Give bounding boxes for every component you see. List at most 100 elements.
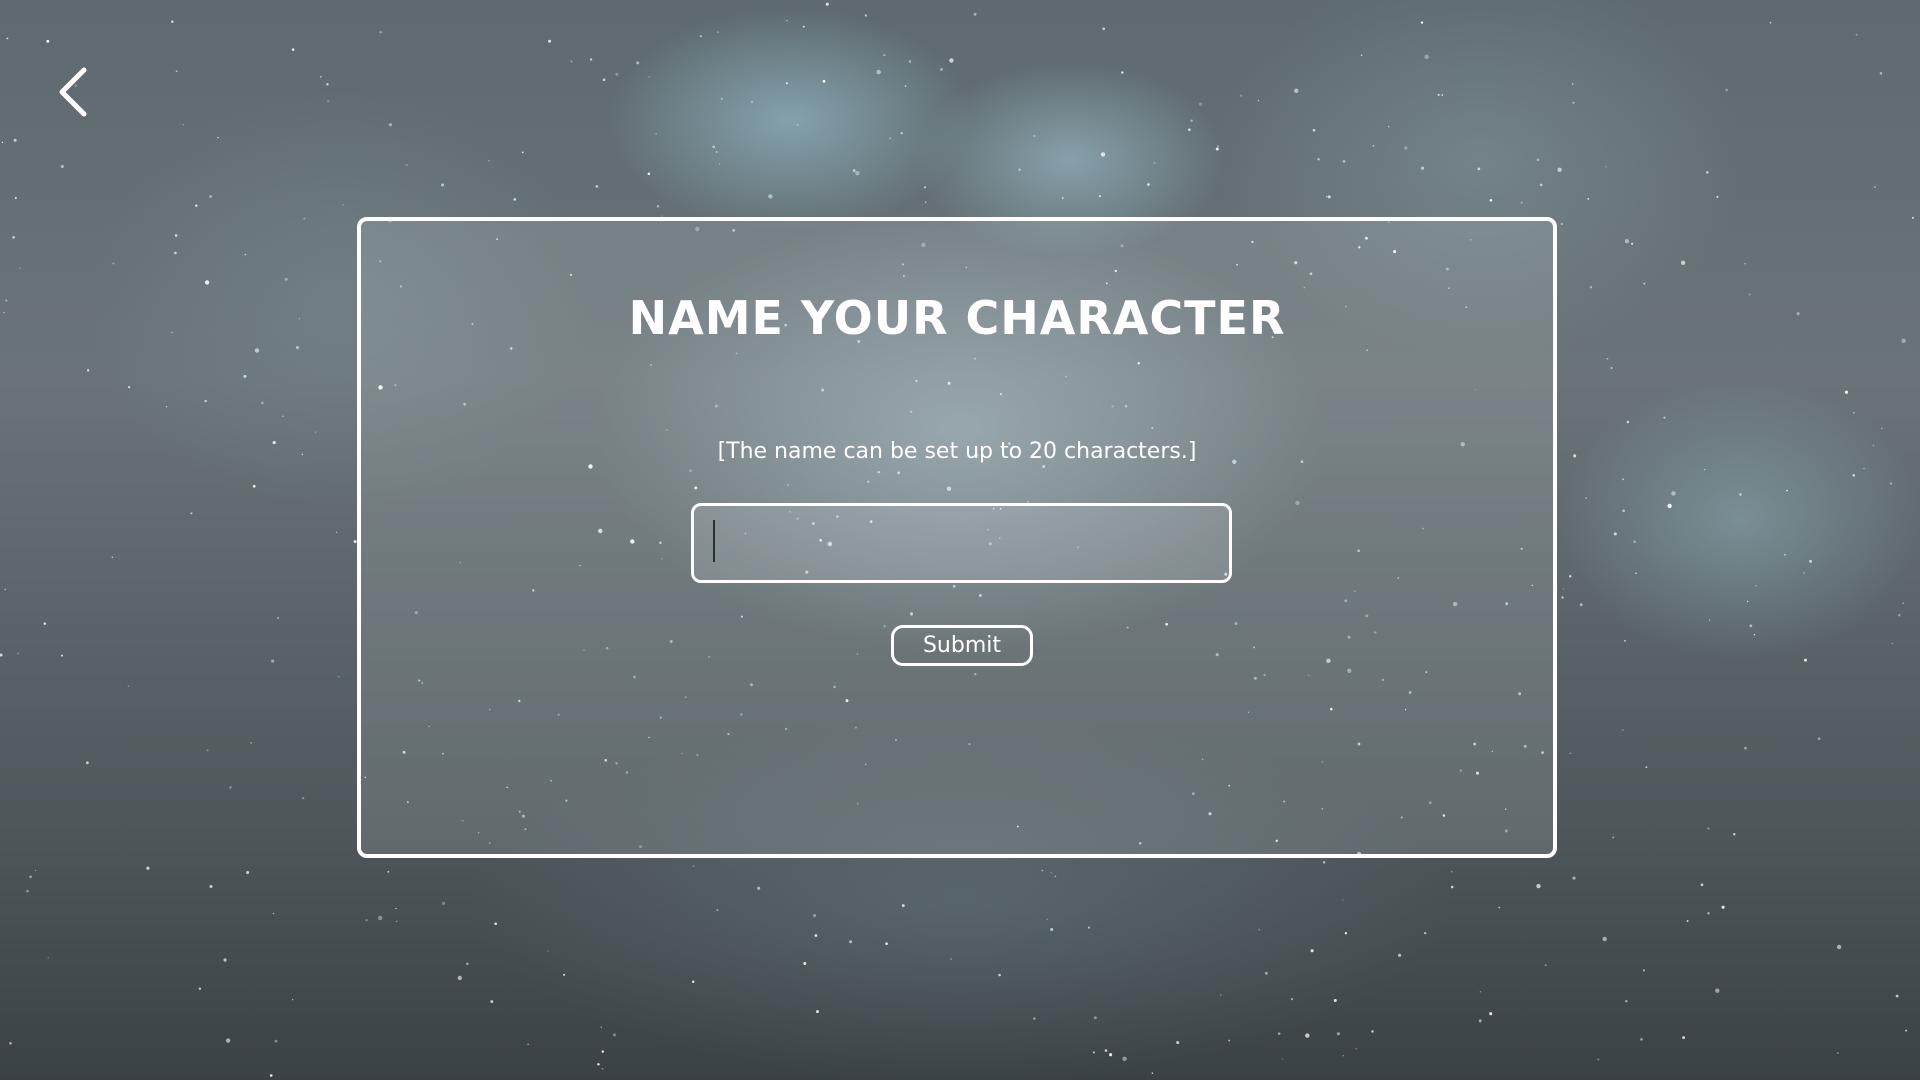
- star-dot: [814, 934, 818, 937]
- star-dot: [1479, 991, 1482, 993]
- star-dot: [291, 998, 294, 1001]
- star-dot: [1905, 1029, 1908, 1032]
- star-dot: [127, 385, 131, 389]
- star-dot: [1716, 195, 1719, 198]
- star-dot: [864, 14, 868, 17]
- star-dot: [1050, 927, 1054, 932]
- star-dot: [1749, 624, 1753, 628]
- star-dot: [217, 136, 219, 139]
- star-dot: [949, 58, 954, 63]
- star-dot: [1707, 912, 1710, 915]
- star-dot: [1498, 906, 1501, 909]
- star-dot: [223, 958, 227, 962]
- star-dot: [1895, 994, 1899, 998]
- star-dot: [998, 973, 1001, 977]
- star-dot: [326, 83, 329, 86]
- star-dot: [950, 958, 952, 960]
- star-dot: [1544, 964, 1547, 967]
- star-dot: [1610, 367, 1613, 369]
- star-dot: [1560, 222, 1563, 226]
- star-dot: [547, 950, 549, 952]
- star-dot: [1624, 639, 1626, 642]
- star-dot: [1277, 1032, 1281, 1035]
- star-dot: [1441, 94, 1444, 96]
- star-dot: [889, 137, 892, 140]
- star-dot: [521, 151, 524, 154]
- star-dot: [700, 35, 702, 38]
- star-dot: [940, 68, 943, 71]
- star-dot: [174, 251, 177, 255]
- star-dot: [252, 484, 256, 488]
- star-dot: [1744, 746, 1747, 750]
- star-dot: [14, 196, 17, 200]
- star-dot: [490, 1000, 494, 1004]
- star-dot: [303, 217, 306, 220]
- star-dot: [1536, 158, 1540, 162]
- star-dot: [1290, 998, 1294, 1001]
- star-dot: [1881, 427, 1883, 429]
- star-dot: [379, 31, 382, 34]
- star-dot: [3, 311, 5, 314]
- star-dot: [387, 871, 390, 873]
- star-dot: [1215, 147, 1219, 151]
- star-dot: [26, 889, 29, 893]
- star-dot: [1747, 600, 1749, 603]
- star-dot: [602, 78, 606, 82]
- star-dot: [1645, 766, 1648, 769]
- star-dot: [1087, 926, 1090, 929]
- star-dot: [1450, 885, 1454, 889]
- star-dot: [1568, 575, 1572, 578]
- star-dot: [284, 277, 288, 281]
- star-dot: [378, 915, 383, 921]
- star-dot: [1624, 239, 1630, 244]
- star-dot: [1305, 1033, 1310, 1038]
- star-dot: [442, 901, 446, 905]
- star-dot: [291, 48, 295, 51]
- star-dot: [12, 236, 15, 239]
- star-dot: [1572, 83, 1574, 85]
- star-dot: [924, 201, 927, 203]
- star-dot: [1387, 125, 1390, 128]
- star-dot: [1398, 953, 1402, 957]
- star-dot: [1153, 162, 1156, 164]
- star-dot: [612, 1033, 617, 1037]
- star-dot: [1901, 338, 1906, 343]
- star-dot: [1520, 201, 1523, 204]
- star-dot: [365, 919, 368, 922]
- star-dot: [1041, 869, 1044, 872]
- star-dot: [1708, 619, 1711, 621]
- star-dot: [1703, 468, 1706, 471]
- star-dot: [1755, 584, 1757, 587]
- star-dot: [1640, 1038, 1643, 1041]
- star-dot: [195, 204, 198, 207]
- star-dot: [527, 1043, 529, 1046]
- star-dot: [85, 761, 89, 765]
- star-dot: [717, 31, 719, 33]
- star-dot: [272, 912, 275, 915]
- star-dot: [1597, 1058, 1600, 1061]
- submit-button[interactable]: Submit: [891, 625, 1033, 666]
- star-dot: [488, 159, 490, 162]
- star-dot: [127, 685, 130, 687]
- star-dot: [171, 20, 174, 23]
- star-dot: [1626, 420, 1630, 424]
- star-dot: [1187, 128, 1191, 132]
- star-dot: [1100, 152, 1106, 157]
- star-dot: [715, 151, 718, 153]
- star-dot: [908, 60, 912, 63]
- star-dot: [1404, 146, 1408, 150]
- star-dot: [1686, 920, 1689, 922]
- star-dot: [822, 79, 826, 83]
- star-dot: [1911, 216, 1914, 219]
- star-dot: [855, 171, 860, 176]
- star-dot: [768, 194, 773, 199]
- star-dot: [1680, 260, 1686, 265]
- star-dot: [1322, 861, 1326, 864]
- star-dot: [1317, 158, 1320, 161]
- character-name-input[interactable]: [691, 503, 1232, 583]
- back-button[interactable]: [52, 62, 100, 122]
- star-dot: [1424, 931, 1427, 935]
- star-dot: [47, 957, 49, 959]
- star-dot: [274, 1039, 278, 1043]
- star-dot: [6, 37, 9, 40]
